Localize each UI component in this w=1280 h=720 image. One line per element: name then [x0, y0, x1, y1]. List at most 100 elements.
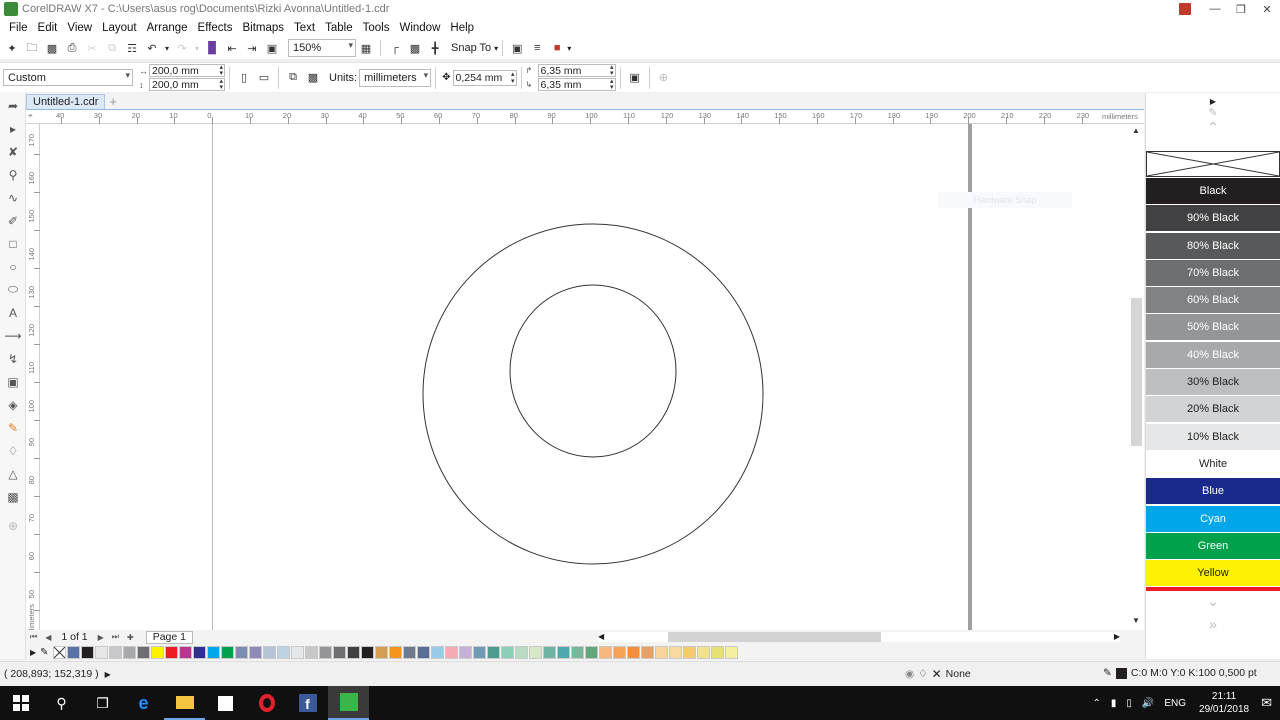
- palette-swatch[interactable]: 20% Black: [1146, 396, 1280, 424]
- color-swatch[interactable]: [654, 646, 668, 659]
- maximize-button[interactable]: ❐: [1228, 0, 1254, 18]
- parallel-dimension-tool-icon[interactable]: ⟶: [0, 324, 26, 347]
- outline-pen-tool-icon[interactable]: ▩: [0, 485, 26, 508]
- units-combo[interactable]: millimeters ▾: [359, 68, 432, 87]
- palette-swatch[interactable]: Black: [1146, 178, 1280, 205]
- color-swatch[interactable]: [416, 646, 430, 659]
- snap-to-button[interactable]: Snap To: [451, 42, 491, 54]
- scroll-up-icon[interactable]: ▲: [1132, 126, 1140, 135]
- color-swatch[interactable]: [570, 646, 584, 659]
- previous-page-icon[interactable]: ◀: [45, 633, 51, 642]
- file-explorer-icon[interactable]: [164, 686, 205, 720]
- inner-circle[interactable]: [509, 284, 677, 458]
- redo-icon[interactable]: ↷: [172, 38, 192, 58]
- menu-bitmaps[interactable]: Bitmaps: [237, 22, 289, 34]
- color-swatch[interactable]: [374, 646, 388, 659]
- volume-icon[interactable]: 🔊: [1142, 698, 1154, 709]
- import-icon[interactable]: ⇤: [222, 38, 242, 58]
- publish-pdf-icon[interactable]: ▣: [262, 38, 282, 58]
- document-tab[interactable]: Untitled-1.cdr: [26, 94, 106, 109]
- status-expand-icon[interactable]: ▶: [105, 670, 111, 679]
- color-swatch[interactable]: [192, 646, 206, 659]
- color-swatch[interactable]: [234, 646, 248, 659]
- text-tool-icon[interactable]: A: [0, 301, 26, 324]
- current-page-icon[interactable]: ▩: [303, 68, 323, 88]
- color-swatch[interactable]: [304, 646, 318, 659]
- drop-shadow-tool-icon[interactable]: ▣: [0, 370, 26, 393]
- rectangle-tool-icon[interactable]: □: [0, 232, 26, 255]
- palette-scroll-up-icon[interactable]: ⌃: [1207, 119, 1219, 136]
- freehand-tool-icon[interactable]: ∿: [0, 186, 26, 209]
- outer-circle[interactable]: [422, 223, 764, 565]
- scroll-right-icon[interactable]: ▶: [1114, 632, 1120, 641]
- coreldraw-taskbar-icon[interactable]: [328, 686, 369, 720]
- color-swatch[interactable]: [626, 646, 640, 659]
- show-guidelines-icon[interactable]: ╋: [425, 38, 445, 58]
- color-swatch[interactable]: [444, 646, 458, 659]
- scroll-left-icon[interactable]: ◀: [598, 632, 604, 641]
- action-center-icon[interactable]: ✉: [1261, 695, 1272, 711]
- drawing-canvas[interactable]: Hardware Snap ▲ ▼: [40, 124, 1144, 630]
- horizontal-scrollbar[interactable]: ◀ ▶: [598, 632, 1120, 642]
- color-swatch[interactable]: [66, 646, 80, 659]
- cut-icon[interactable]: ✂: [82, 38, 102, 58]
- landscape-icon[interactable]: ▭: [254, 68, 274, 88]
- color-swatch[interactable]: [332, 646, 346, 659]
- menu-text[interactable]: Text: [289, 22, 320, 34]
- application-launcher-icon[interactable]: ■: [547, 38, 567, 58]
- palette-swatch[interactable]: Yellow: [1146, 560, 1280, 588]
- treat-as-filled-icon[interactable]: ▣: [625, 68, 645, 88]
- new-tab-icon[interactable]: +: [109, 94, 117, 109]
- network-icon[interactable]: ▯: [1126, 698, 1132, 709]
- fill-bucket-icon[interactable]: ♢: [918, 668, 927, 680]
- connector-tool-icon[interactable]: ↯: [0, 347, 26, 370]
- palette-swatch[interactable]: Cyan: [1146, 505, 1280, 533]
- last-page-icon[interactable]: ⏭: [112, 632, 119, 642]
- menu-edit[interactable]: Edit: [33, 22, 63, 34]
- color-swatch[interactable]: [584, 646, 598, 659]
- color-swatch[interactable]: [136, 646, 150, 659]
- palette-expand-more-icon[interactable]: »: [1146, 616, 1280, 632]
- palette-swatch[interactable]: Green: [1146, 532, 1280, 560]
- polygon-tool-icon[interactable]: ⬭: [0, 278, 26, 301]
- vertical-scrollbar[interactable]: ▲ ▼: [1130, 124, 1144, 630]
- menu-tools[interactable]: Tools: [358, 22, 395, 34]
- duplicate-distance-x-field[interactable]: 6,35 mm ▴ ▾: [537, 64, 616, 77]
- windows-start-icon[interactable]: [0, 686, 41, 720]
- options-icon[interactable]: ≡: [527, 38, 547, 58]
- show-rulers-icon[interactable]: ┌: [385, 38, 405, 58]
- account-icon[interactable]: [1176, 0, 1202, 18]
- minimize-button[interactable]: —: [1202, 0, 1228, 18]
- no-color-swatch-large[interactable]: [1146, 151, 1280, 177]
- page-width-field[interactable]: 200,0 mm ▴ ▾: [149, 64, 225, 77]
- new-document-icon[interactable]: ✦: [2, 38, 22, 58]
- close-button[interactable]: ✕: [1254, 0, 1280, 18]
- color-swatch[interactable]: [360, 646, 374, 659]
- add-tool-icon[interactable]: ⊕: [0, 514, 26, 537]
- palette-swatch[interactable]: 80% Black: [1146, 232, 1280, 260]
- palette-expand-icon[interactable]: ▶: [30, 648, 36, 657]
- palette-eyedropper-icon[interactable]: ✎: [40, 647, 48, 658]
- menu-effects[interactable]: Effects: [193, 22, 238, 34]
- no-color-swatch[interactable]: [52, 646, 66, 659]
- color-swatch[interactable]: [290, 646, 304, 659]
- color-swatch[interactable]: [402, 646, 416, 659]
- palette-swatch[interactable]: Blue: [1146, 478, 1280, 506]
- color-swatch[interactable]: [640, 646, 654, 659]
- color-swatch[interactable]: [710, 646, 724, 659]
- language-indicator[interactable]: ENG: [1164, 698, 1186, 709]
- menu-file[interactable]: File: [4, 22, 33, 34]
- color-swatch[interactable]: [612, 646, 626, 659]
- color-swatch[interactable]: [430, 646, 444, 659]
- vertical-scroll-thumb[interactable]: [1131, 298, 1142, 446]
- battery-icon[interactable]: ▮: [1111, 698, 1117, 709]
- color-swatch[interactable]: [150, 646, 164, 659]
- facebook-icon[interactable]: f: [287, 686, 328, 720]
- shape-tool-icon[interactable]: ▸: [0, 117, 26, 140]
- menu-help[interactable]: Help: [445, 22, 479, 34]
- palette-eyedropper-tool-icon[interactable]: ✎: [1208, 106, 1217, 119]
- color-swatch[interactable]: [486, 646, 500, 659]
- color-swatch[interactable]: [500, 646, 514, 659]
- color-swatch[interactable]: [262, 646, 276, 659]
- full-screen-preview-icon[interactable]: ▦: [356, 38, 376, 58]
